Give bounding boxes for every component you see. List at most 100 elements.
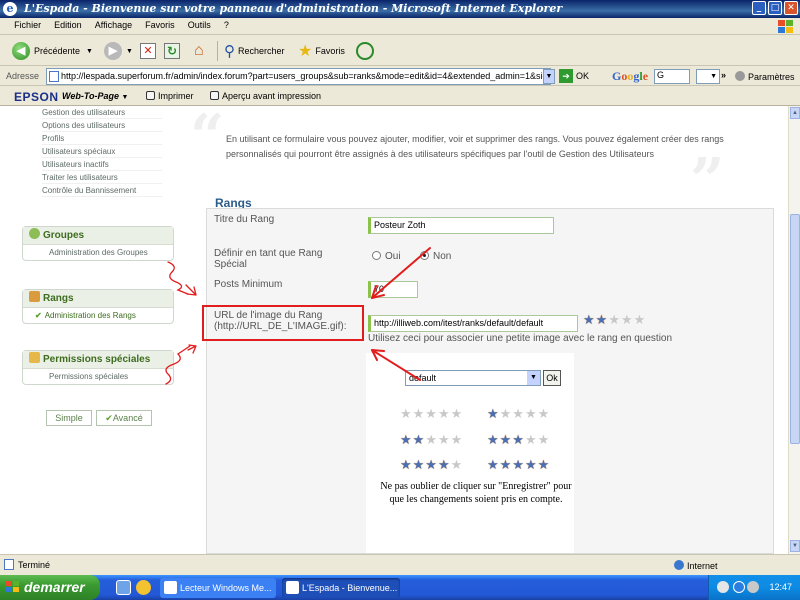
image-url-hint: Utilisez ceci pour associer une petite i… xyxy=(368,333,673,344)
start-button[interactable]: demarrer xyxy=(0,575,100,600)
star-option-3[interactable]: ★★★★★ xyxy=(487,433,550,446)
menu-help[interactable]: ? xyxy=(219,18,234,32)
task-ie-window-label: L'Espada - Bienvenue... xyxy=(302,583,398,593)
star-option-5[interactable]: ★★★★★ xyxy=(487,458,550,471)
security-zone: Internet xyxy=(674,560,718,571)
special-no-option[interactable]: Non xyxy=(420,251,451,262)
web-to-page-label: Web-To-Page xyxy=(62,91,120,101)
menu-tools[interactable]: Outils xyxy=(183,18,216,32)
windows-logo-icon xyxy=(776,18,794,34)
advanced-mode-button[interactable]: ✔Avancé xyxy=(96,410,152,426)
quicklaunch-media-icon[interactable] xyxy=(136,580,151,595)
forward-button[interactable]: ▶ ▼ xyxy=(104,40,133,62)
status-text: Terminé xyxy=(18,560,51,570)
close-button[interactable]: ✕ xyxy=(784,1,798,15)
google-search-dropdown-icon[interactable]: ▼ xyxy=(696,69,720,84)
page-icon xyxy=(49,71,59,82)
forward-arrow-icon: ▶ xyxy=(104,42,122,60)
menu-edit[interactable]: Edition xyxy=(49,18,87,32)
special-yes-radio[interactable] xyxy=(372,251,381,260)
favorites-star-icon: ★ xyxy=(298,43,313,60)
sidebar-link-profiles[interactable]: Profils xyxy=(42,132,162,145)
favorites-label: Favoris xyxy=(315,46,345,56)
sidebar-link-special-users[interactable]: Utilisateurs spéciaux xyxy=(42,145,162,158)
sidebar-link-group-admin[interactable]: Administration des Groupes xyxy=(23,245,173,260)
settings-button[interactable]: Paramètres xyxy=(735,71,795,82)
page-content: Gestion des utilisateurs Options des uti… xyxy=(0,106,788,554)
star-full-icon: ★★ xyxy=(583,312,609,327)
history-icon xyxy=(356,42,374,60)
page-done-icon xyxy=(4,559,14,570)
forward-dropdown-icon[interactable]: ▼ xyxy=(126,48,133,55)
google-search-input[interactable]: G xyxy=(654,69,690,84)
minimize-button[interactable]: _ xyxy=(752,1,766,15)
star-set-ok-button[interactable]: Ok xyxy=(543,370,561,386)
sidebar-link-user-options[interactable]: Options des utilisateurs xyxy=(42,119,162,132)
star-option-0[interactable]: ★★★★★ xyxy=(400,407,463,420)
page-scrollbar[interactable]: ▲ ▼ xyxy=(788,106,800,554)
back-button[interactable]: ◀ Précédente ▼ xyxy=(12,40,93,62)
groups-header[interactable]: Groupes xyxy=(23,227,173,245)
maximize-button[interactable]: □ xyxy=(768,1,782,15)
search-button[interactable]: ⚲ Rechercher xyxy=(224,40,285,62)
image-url-input[interactable]: http://illiweb.com/itest/ranks/default/d… xyxy=(368,315,578,332)
star-option-2[interactable]: ★★★★★ xyxy=(400,433,463,446)
special-no-radio[interactable] xyxy=(420,251,429,260)
web-to-page-button[interactable]: Web-To-Page ▼ xyxy=(62,91,128,101)
sidebar-link-special-permissions[interactable]: Permissions spéciales xyxy=(23,369,173,384)
scrollbar-thumb[interactable] xyxy=(790,214,800,444)
ranks-header[interactable]: Rangs xyxy=(23,290,173,308)
print-button[interactable]: Imprimer xyxy=(146,91,194,101)
tray-volume-icon[interactable] xyxy=(747,581,759,593)
special-yes-option[interactable]: Oui xyxy=(372,251,401,262)
sidebar-link-inactive-users[interactable]: Utilisateurs inactifs xyxy=(42,158,162,171)
menu-favorites[interactable]: Favoris xyxy=(140,18,180,32)
quicklaunch-ie-icon[interactable] xyxy=(116,580,131,595)
star-option-4[interactable]: ★★★★★ xyxy=(400,458,463,471)
rank-image-preview: ★★★★★ xyxy=(583,313,646,326)
menu-view[interactable]: Affichage xyxy=(90,18,137,32)
back-label: Précédente xyxy=(34,46,81,56)
ie-icon: e xyxy=(3,2,17,16)
sidebar-link-process-users[interactable]: Traiter les utilisateurs xyxy=(42,171,162,184)
simple-mode-button[interactable]: Simple xyxy=(46,410,92,426)
rank-title-input[interactable]: Posteur Zoth xyxy=(368,217,554,234)
refresh-button[interactable]: ↻ xyxy=(164,40,180,62)
go-arrow-icon[interactable]: ➔ xyxy=(559,69,573,83)
task-media-player[interactable]: Lecteur Windows Me... xyxy=(160,578,276,598)
back-dropdown-icon[interactable]: ▼ xyxy=(86,48,93,55)
toolbar-chevron-icon[interactable]: » xyxy=(721,70,726,80)
home-icon: ⌂ xyxy=(194,42,204,59)
google-logo: Google xyxy=(612,69,649,83)
task-ie-window[interactable]: L'Espada - Bienvenue... xyxy=(282,578,400,598)
window-title: L'Espada - Bienvenue sur votre panneau d… xyxy=(24,2,563,15)
star-empty-icon: ★★★ xyxy=(608,312,647,327)
scroll-down-icon[interactable]: ▼ xyxy=(790,540,800,552)
address-dropdown-icon[interactable]: ▼ xyxy=(543,69,555,84)
permissions-header[interactable]: Permissions spéciales xyxy=(23,351,173,369)
ranks-icon xyxy=(29,291,40,302)
address-label: Adresse xyxy=(6,71,40,81)
tray-icon-1[interactable] xyxy=(717,581,729,593)
groups-icon xyxy=(29,228,40,239)
min-posts-input[interactable]: 70 xyxy=(368,281,418,298)
stop-button[interactable]: ✕ xyxy=(140,40,156,62)
scroll-up-icon[interactable]: ▲ xyxy=(790,107,800,119)
toolbar-separator xyxy=(217,41,218,61)
sidebar-link-rank-admin[interactable]: ✔ Administration des Rangs xyxy=(23,308,173,323)
windows-flag-icon xyxy=(6,581,20,594)
print-preview-button[interactable]: Aperçu avant impression xyxy=(210,91,321,101)
star-set-select[interactable]: default ▼ xyxy=(405,370,541,386)
favorites-button[interactable]: ★ Favoris xyxy=(298,40,345,62)
home-button[interactable]: ⌂ xyxy=(194,40,204,62)
sidebar-link-user-management[interactable]: Gestion des utilisateurs xyxy=(42,106,162,119)
address-input[interactable]: http://lespada.superforum.fr/admin/index… xyxy=(46,68,551,85)
select-dropdown-icon[interactable]: ▼ xyxy=(527,371,540,385)
star-option-1[interactable]: ★★★★★ xyxy=(487,407,550,420)
settings-gear-icon xyxy=(735,71,745,81)
tray-icon-2[interactable] xyxy=(733,581,745,593)
sidebar-link-ban-control[interactable]: Contrôle du Bannissement xyxy=(42,184,162,197)
menu-file[interactable]: Fichier xyxy=(9,18,46,32)
go-button[interactable]: OK xyxy=(576,71,589,81)
history-button[interactable] xyxy=(356,40,374,62)
